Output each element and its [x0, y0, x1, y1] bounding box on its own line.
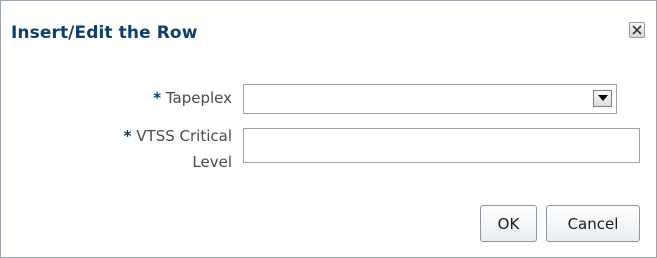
vtss-label: * VTSS Critical [124, 127, 232, 145]
vtss-label-line2: Level [192, 153, 232, 171]
required-mark: * [123, 127, 132, 145]
close-button[interactable] [629, 22, 645, 38]
tapeplex-dropdown-button[interactable] [593, 90, 612, 107]
chevron-down-icon [598, 95, 608, 101]
dialog-title: Insert/Edit the Row [11, 23, 198, 43]
close-icon [632, 25, 642, 35]
tapeplex-label: * Tapeplex [153, 89, 232, 107]
vtss-critical-level-input[interactable] [243, 128, 640, 163]
vtss-label-line1: VTSS Critical [136, 127, 232, 145]
cancel-button[interactable]: Cancel [546, 205, 640, 242]
ok-button[interactable]: OK [480, 205, 537, 242]
tapeplex-label-text: Tapeplex [165, 89, 232, 107]
insert-edit-dialog: Insert/Edit the Row * Tapeplex * VTSS Cr… [0, 0, 657, 258]
required-mark: * [153, 89, 162, 107]
tapeplex-select[interactable] [243, 84, 617, 114]
